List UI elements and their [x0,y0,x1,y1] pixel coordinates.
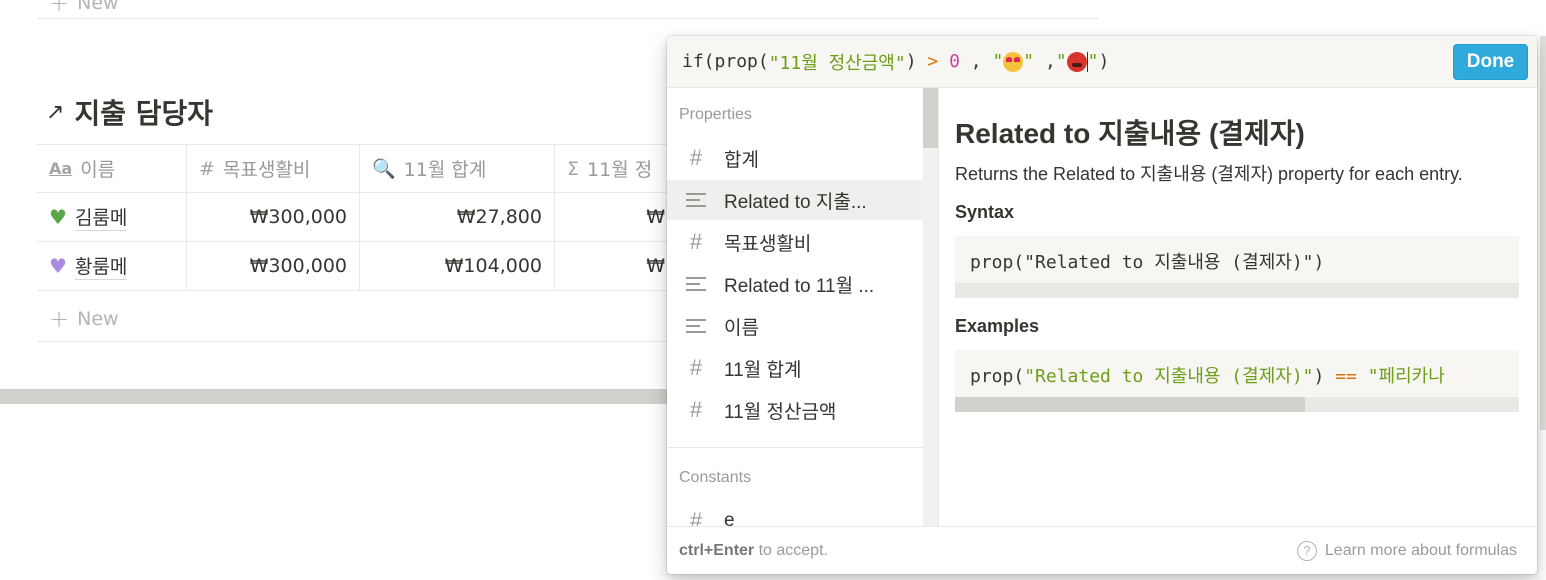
database-title[interactable]: ↗ 지출 담당자 [46,92,213,132]
plus-icon: + [49,304,70,333]
scrollbar-thumb[interactable] [923,88,938,148]
scrollbar-thumb[interactable] [955,397,1305,412]
examples-heading: Examples [955,316,1040,336]
angry-face-emoji-icon [1066,51,1087,72]
property-detail: Related to 지출내용 (결제자) Returns the Relate… [955,88,1519,526]
example-code: prop("Related to 지출내용 (결제자)") == "페리카나 [970,366,1445,387]
number-icon: # [689,229,703,254]
column-header-name[interactable]: Aa 이름 [37,145,187,192]
new-row-button[interactable]: + New [37,296,677,342]
text-lines-icon [686,277,706,291]
linked-arrow-icon: ↗ [46,99,65,125]
total-cell[interactable]: ₩104,000 [360,242,555,290]
property-item[interactable]: 이름 [667,306,923,346]
number-icon: # [689,508,703,526]
section-divider [667,447,923,448]
horizontal-scrollbar[interactable] [0,389,680,404]
name-cell[interactable]: ♥ 김룸메 [37,193,187,241]
property-item[interactable]: # 11월 정산금액 [667,390,923,430]
number-type-icon: # [199,157,215,180]
help-circle-icon: ? [1296,540,1317,561]
formula-input[interactable]: if(prop("11월 정산금액") > 0 , " " , " ") [667,36,1537,88]
property-list-scrollbar[interactable] [923,88,938,526]
accept-hint: ctrl+Enter to accept. [679,541,828,559]
target-cell[interactable]: ₩300,000 [187,242,360,290]
purple-heart-icon: ♥ [49,254,67,278]
number-icon: # [689,397,703,422]
new-label: New [77,307,119,330]
code-scrollbar[interactable] [955,397,1519,412]
detail-title: Related to 지출내용 (결제자) [955,118,1305,149]
code-scrollbar[interactable] [955,283,1519,298]
number-icon: # [689,145,703,170]
target-cell[interactable]: ₩300,000 [187,193,360,241]
database-table: Aa 이름 # 목표생활비 🔍 11월 합계 Σ 11월 정 ♥ 김룸메 ₩30… [37,144,677,291]
formula-type-icon: Σ [567,157,580,180]
formula-editor-popup: if(prop("11월 정산금액") > 0 , " " , " ") Done P… [667,36,1537,574]
green-heart-icon: ♥ [49,205,67,229]
name-cell[interactable]: ♥ 황룸메 [37,242,187,290]
detail-description: Returns the Related to 지출내용 (결제자) proper… [955,164,1463,184]
example-code-block: prop("Related to 지출내용 (결제자)") == "페리카나 [955,350,1519,412]
lookup-type-icon: 🔍 [372,158,396,180]
table-header-row: Aa 이름 # 목표생활비 🔍 11월 합계 Σ 11월 정 [37,144,677,193]
syntax-heading: Syntax [955,202,1015,222]
pane-divider [938,88,939,526]
property-item[interactable]: # 합계 [667,138,923,178]
number-icon: # [689,355,703,380]
new-label: New [77,0,119,14]
table-row[interactable]: ♥ 김룸메 ₩300,000 ₩27,800 ₩ [37,193,677,242]
text-lines-icon [686,193,706,207]
page-scrollbar[interactable] [1540,36,1546,430]
property-item[interactable]: # 목표생활비 [667,222,923,262]
column-header-settlement[interactable]: Σ 11월 정 [555,145,677,192]
syntax-code-block: prop("Related to 지출내용 (결제자)") [955,236,1519,298]
syntax-code: prop("Related to 지출내용 (결제자)") [970,252,1325,273]
text-lines-icon [686,319,706,333]
total-cell[interactable]: ₩27,800 [360,193,555,241]
new-row-button-top[interactable]: + New [37,0,1099,19]
constants-section-label: Constants [679,469,752,486]
column-header-target[interactable]: # 목표생활비 [187,145,360,192]
settlement-cell[interactable]: ₩ [555,193,677,241]
notion-page: + New ↗ 지출 담당자 Aa 이름 # 목표생활비 🔍 11월 합계 Σ … [0,0,1546,580]
database-title-text: 지출 담당자 [74,97,213,130]
popup-footer: ctrl+Enter to accept. ? Learn more about… [667,526,1537,574]
property-item[interactable]: # 11월 합계 [667,348,923,388]
constant-item[interactable]: # e [667,501,923,526]
learn-more-link[interactable]: ? Learn more about formulas [1296,540,1517,561]
settlement-cell[interactable]: ₩ [555,242,677,290]
property-item[interactable]: Related to 11월 ... [667,264,923,304]
text-type-icon: Aa [49,159,73,178]
property-item-selected[interactable]: Related to 지출... [667,180,923,220]
done-button[interactable]: Done [1453,44,1528,80]
column-header-total[interactable]: 🔍 11월 합계 [360,145,555,192]
table-row[interactable]: ♥ 황룸메 ₩300,000 ₩104,000 ₩ [37,242,677,291]
plus-icon: + [49,0,70,17]
properties-section-label: Properties [679,106,752,123]
property-list[interactable]: Properties # 합계 Related to 지출... # 목표생활비… [667,88,923,526]
heart-eyes-emoji-icon [1003,51,1024,72]
